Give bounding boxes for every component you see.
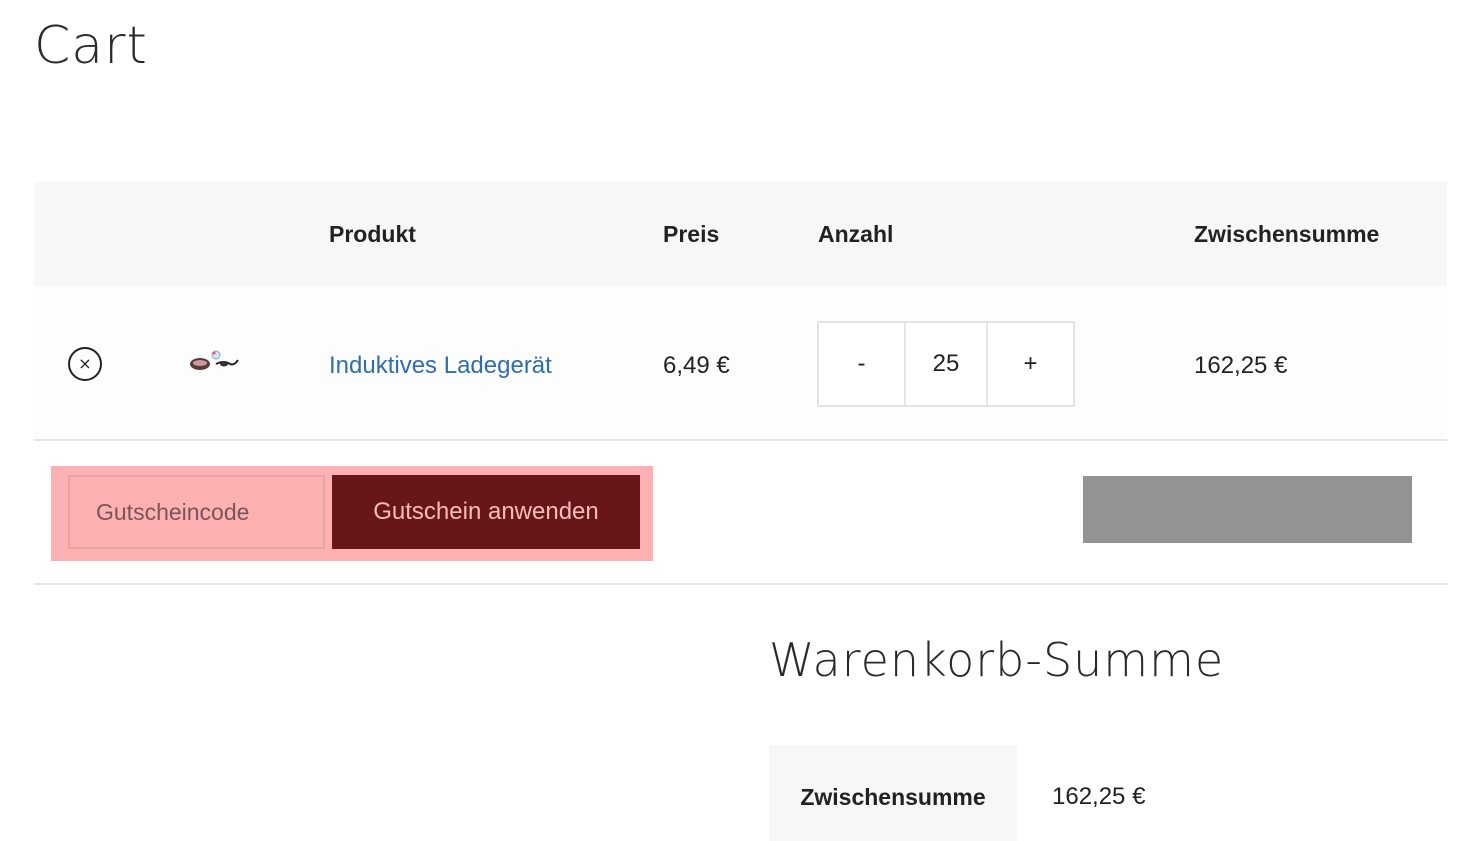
cart-page: Cart Produkt Preis Anzahl Zwischensumme … <box>0 0 1480 841</box>
table-row: × Induktives Ladegerät 6,49 € 162,25 € <box>34 286 1447 441</box>
totals-subtotal-label: Zwischensumme <box>769 745 1017 841</box>
quantity-decrement-button[interactable]: - <box>819 323 904 405</box>
coupon-code-input[interactable]: Gutscheincode <box>68 475 325 549</box>
apply-coupon-button[interactable]: Gutschein anwenden <box>332 475 640 549</box>
update-cart-button[interactable] <box>1083 476 1412 543</box>
cart-actions: Gutscheincode Gutschein anwenden <box>34 441 1447 585</box>
coupon-form: Gutscheincode Gutschein anwenden <box>51 466 653 561</box>
remove-item-close-icon[interactable]: × <box>68 347 102 381</box>
quantity-increment-button[interactable]: + <box>988 323 1073 405</box>
cart-table-header: Produkt Preis Anzahl Zwischensumme <box>34 182 1447 286</box>
product-thumbnail[interactable] <box>186 342 242 382</box>
header-product: Produkt <box>329 221 416 247</box>
product-price: 6,49 € <box>663 352 730 379</box>
page-title: Cart <box>34 16 148 76</box>
quantity-input[interactable]: 25 <box>904 323 988 405</box>
header-quantity: Anzahl <box>818 221 894 247</box>
cart-table: Produkt Preis Anzahl Zwischensumme × Ind… <box>34 182 1447 585</box>
header-price: Preis <box>663 221 720 247</box>
quantity-stepper: - 25 + <box>817 321 1075 407</box>
cart-totals-title: Warenkorb-Summe <box>769 633 1225 687</box>
product-link[interactable]: Induktives Ladegerät <box>329 286 552 446</box>
row-subtotal: 162,25 € <box>1194 352 1288 379</box>
totals-subtotal-value: 162,25 € <box>1052 783 1146 810</box>
header-subtotal: Zwischensumme <box>1194 221 1380 247</box>
